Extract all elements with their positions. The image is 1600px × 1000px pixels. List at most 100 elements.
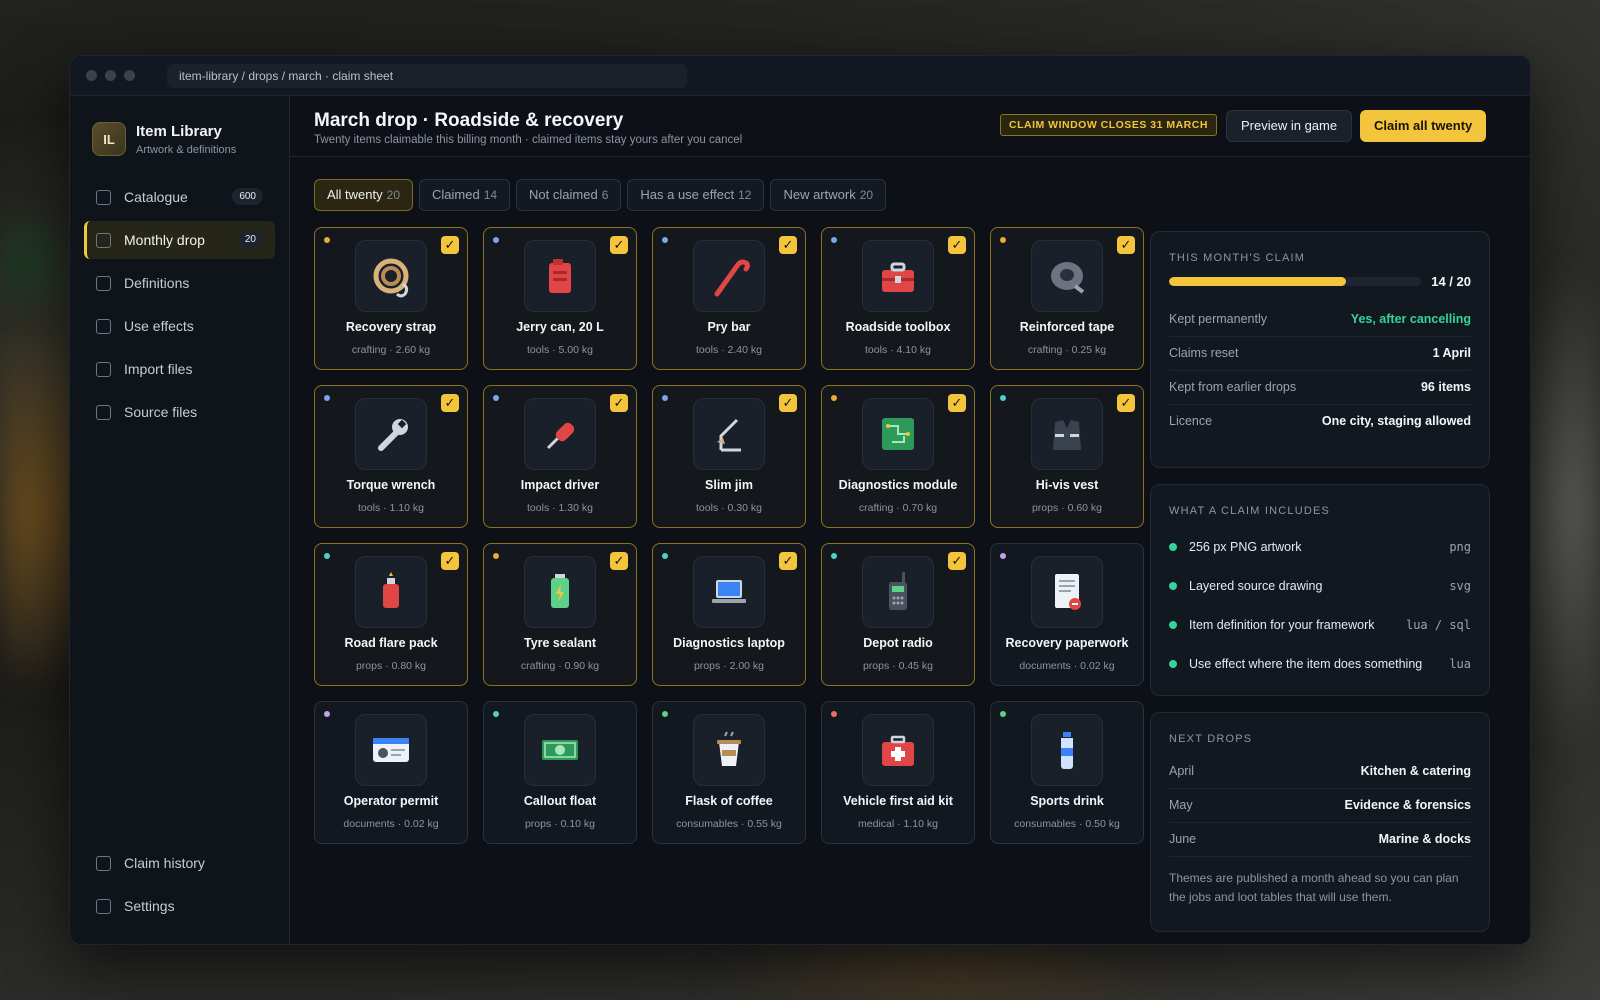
item-card[interactable]: Sports drink consumables · 0.50 kg <box>990 701 1144 844</box>
sidebar-item-label: Use effects <box>124 318 194 334</box>
item-card[interactable]: ✓ Diagnostics laptop props · 2.00 kg <box>652 543 806 686</box>
item-meta: crafting · 0.25 kg <box>1027 344 1107 356</box>
next-drops-panel: NEXT DROPS April Kitchen & catering May Ev… <box>1150 712 1490 932</box>
row-value: 96 items <box>1420 380 1471 394</box>
include-label: Layered source drawing <box>1189 578 1323 593</box>
item-card[interactable]: Flask of coffee consumables · 0.55 kg <box>652 701 806 844</box>
row-value: Evidence & forensics <box>1344 798 1471 812</box>
claimed-check-icon[interactable]: ✓ <box>610 552 628 570</box>
progress-label: 14 / 20 <box>1431 274 1471 289</box>
item-card[interactable]: ✓ Road flare pack props · 0.80 kg <box>314 543 468 686</box>
banknote-icon <box>524 714 596 786</box>
preview-in-game-button[interactable]: Preview in game <box>1226 110 1353 142</box>
item-card[interactable]: ✓ Jerry can, 20 L tools · 5.00 kg <box>483 227 637 370</box>
filter-new-artwork[interactable]: New artwork 20 <box>770 179 887 211</box>
claimed-check-icon[interactable]: ✓ <box>1117 236 1135 254</box>
sidebar-item-source-files[interactable]: Source files <box>84 393 275 431</box>
item-card[interactable]: ✓ Impact driver tools · 1.30 kg <box>483 385 637 528</box>
category-dot-icon <box>662 395 668 401</box>
checkbox-icon <box>96 361 111 377</box>
item-card[interactable]: ✓ Tyre sealant crafting · 0.90 kg <box>483 543 637 686</box>
claimed-check-icon[interactable]: ✓ <box>948 236 966 254</box>
claimed-check-icon[interactable]: ✓ <box>441 236 459 254</box>
brand-subtitle: Artwork & definitions <box>136 143 237 156</box>
claimed-check-icon[interactable]: ✓ <box>779 394 797 412</box>
sidebar-item-label: Import files <box>124 361 193 377</box>
filter-all[interactable]: All twenty 20 <box>314 179 413 211</box>
item-card[interactable]: Callout float props · 0.10 kg <box>483 701 637 844</box>
checkbox-icon <box>96 898 111 914</box>
sidebar-item-definitions[interactable]: Definitions <box>84 264 275 302</box>
rope-icon <box>355 240 427 312</box>
item-card[interactable]: ✓ Depot radio props · 0.45 kg <box>821 543 975 686</box>
claim-all-button[interactable]: Claim all twenty <box>1360 110 1487 142</box>
sidebar: IL Item Library Artwork & definitions Ca… <box>70 96 290 944</box>
item-meta: props · 0.60 kg <box>1031 502 1103 514</box>
item-card[interactable]: ✓ Roadside toolbox tools · 4.10 kg <box>821 227 975 370</box>
item-card[interactable]: ✓ Pry bar tools · 2.40 kg <box>652 227 806 370</box>
filter-not-claimed[interactable]: Not claimed 6 <box>516 179 622 211</box>
item-meta: tools · 4.10 kg <box>865 344 931 356</box>
count-badge: 20 <box>237 231 263 248</box>
sidebar-item-label: Definitions <box>124 275 190 291</box>
claimed-check-icon[interactable]: ✓ <box>441 394 459 412</box>
filter-has-use-effect[interactable]: Has a use effect 12 <box>627 179 765 211</box>
category-dot-icon <box>831 237 837 243</box>
includes-panel: WHAT A CLAIM INCLUDES 256 px PNG artwork… <box>1150 484 1490 696</box>
tape-icon <box>1031 240 1103 312</box>
claimed-check-icon[interactable]: ✓ <box>1117 394 1135 412</box>
item-card[interactable]: ✓ Reinforced tape crafting · 0.25 kg <box>990 227 1144 370</box>
item-meta: crafting · 0.70 kg <box>858 502 938 514</box>
item-meta: crafting · 0.90 kg <box>520 660 600 672</box>
item-card[interactable]: ✓ Diagnostics module crafting · 0.70 kg <box>821 385 975 528</box>
item-name: Impact driver <box>520 478 600 492</box>
item-meta: props · 0.45 kg <box>862 660 934 672</box>
filter-claimed[interactable]: Claimed 14 <box>419 179 511 211</box>
claimed-check-icon[interactable]: ✓ <box>948 394 966 412</box>
sidebar-item-claim-history[interactable]: Claim history <box>84 844 275 882</box>
claimed-check-icon[interactable]: ✓ <box>948 552 966 570</box>
claimed-check-icon[interactable]: ✓ <box>441 552 459 570</box>
filter-label: New artwork <box>783 187 856 202</box>
filter-label: Claimed <box>432 187 480 202</box>
sidebar-item-monthly-drop[interactable]: Monthly drop 20 <box>84 221 275 259</box>
category-dot-icon <box>324 553 330 559</box>
include-ext: png <box>1449 539 1471 554</box>
item-card[interactable]: ✓ Torque wrench tools · 1.10 kg <box>314 385 468 528</box>
include-row: Layered source drawing svg <box>1169 566 1471 605</box>
item-card[interactable]: ✓ Hi-vis vest props · 0.60 kg <box>990 385 1144 528</box>
page-header: March drop · Roadside & recovery Twenty … <box>290 96 1530 157</box>
item-name: Hi-vis vest <box>1035 478 1099 492</box>
item-card[interactable]: Operator permit documents · 0.02 kg <box>314 701 468 844</box>
claimed-check-icon[interactable]: ✓ <box>779 236 797 254</box>
vest-icon <box>1031 398 1103 470</box>
window-maximize-dot[interactable] <box>124 70 135 81</box>
sidebar-item-settings[interactable]: Settings <box>84 887 275 925</box>
item-card[interactable]: Vehicle first aid kit medical · 1.10 kg <box>821 701 975 844</box>
claimed-check-icon[interactable]: ✓ <box>610 236 628 254</box>
item-name: Callout float <box>523 794 597 808</box>
sidebar-item-catalogue[interactable]: Catalogue 600 <box>84 178 275 216</box>
sidebar-item-import-files[interactable]: Import files <box>84 350 275 388</box>
claimed-check-icon[interactable]: ✓ <box>610 394 628 412</box>
coffee-icon <box>693 714 765 786</box>
window-close-dot[interactable] <box>86 70 97 81</box>
filter-chips: All twenty 20 Claimed 14 Not claimed 6 Has … <box>314 179 887 211</box>
item-card[interactable]: Recovery paperwork documents · 0.02 kg <box>990 543 1144 686</box>
item-meta: consumables · 0.55 kg <box>676 818 782 830</box>
category-dot-icon <box>1000 553 1006 559</box>
item-name: Depot radio <box>863 636 933 650</box>
address-bar[interactable]: item-library / drops / march · claim she… <box>167 63 687 88</box>
category-dot-icon <box>831 711 837 717</box>
laptop-icon <box>693 556 765 628</box>
item-meta: tools · 0.30 kg <box>696 502 762 514</box>
progress-track <box>1169 277 1422 286</box>
claimed-check-icon[interactable]: ✓ <box>779 552 797 570</box>
row-key: Claims reset <box>1169 346 1239 360</box>
sidebar-item-use-effects[interactable]: Use effects <box>84 307 275 345</box>
window-minimize-dot[interactable] <box>105 70 116 81</box>
item-name: Diagnostics laptop <box>673 636 785 650</box>
title-bar: item-library / drops / march · claim she… <box>70 56 1530 96</box>
item-card[interactable]: ✓ Recovery strap crafting · 2.60 kg <box>314 227 468 370</box>
item-card[interactable]: ✓ Slim jim tools · 0.30 kg <box>652 385 806 528</box>
